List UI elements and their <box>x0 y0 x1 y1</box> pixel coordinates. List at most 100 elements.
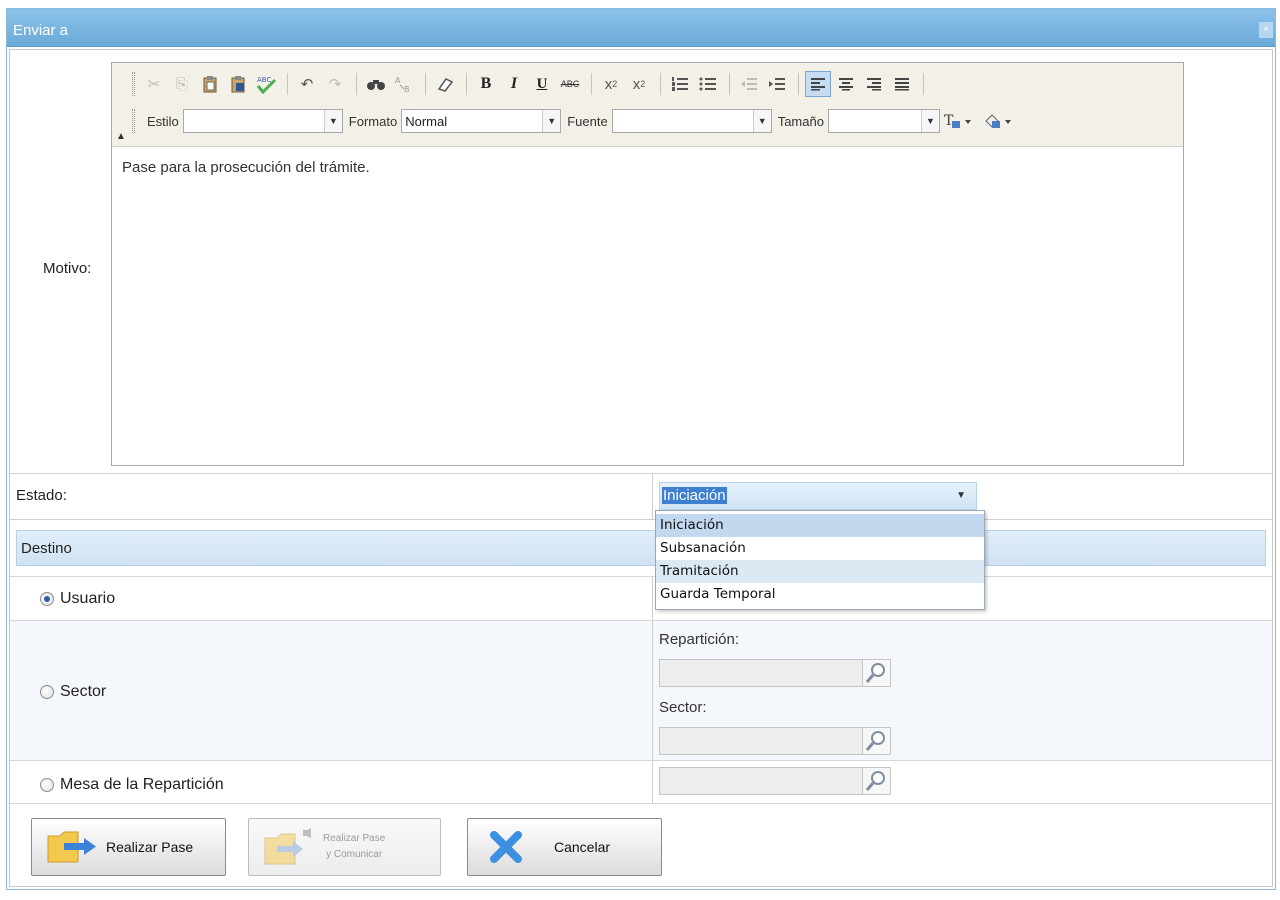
usuario-label: Usuario <box>60 590 116 607</box>
realizar-pase-button[interactable]: Realizar Pase <box>31 818 226 876</box>
svg-text:B: B <box>404 85 410 93</box>
rich-text-editor: ✂ ⎘ ABC ↶ ↷ A B B I U ABC x 2 x 2 Estilo… <box>111 62 1184 466</box>
strikethrough-icon[interactable]: ABC <box>557 71 583 97</box>
dialog-title-bar[interactable]: Enviar a × <box>7 9 1275 47</box>
estado-select[interactable]: Iniciación ▼ <box>659 482 977 510</box>
subscript-icon[interactable]: x2 <box>598 71 624 97</box>
destino-section-header: Destino <box>10 520 1272 576</box>
usuario-radio-option[interactable]: Usuario <box>40 590 115 608</box>
superscript-icon[interactable]: x2 <box>626 71 652 97</box>
search-icon[interactable] <box>862 768 890 794</box>
estado-option-guarda-temporal[interactable]: Guarda Temporal <box>656 583 984 606</box>
fuente-label: Fuente <box>567 113 608 129</box>
subscript-mark: 2 <box>612 79 618 89</box>
align-center-icon[interactable] <box>833 71 859 97</box>
paste-icon[interactable] <box>197 71 223 97</box>
estilo-combo[interactable]: ▼ <box>182 109 343 133</box>
sector-radio[interactable] <box>40 685 54 699</box>
toolbar-grip <box>132 72 135 96</box>
estado-label: Estado: <box>16 487 67 504</box>
search-icon[interactable] <box>862 660 890 686</box>
realizar-pase-comunicar-line2: y Comunicar <box>326 849 383 860</box>
italic-icon[interactable]: I <box>501 71 527 97</box>
fuente-combo[interactable]: ▼ <box>611 109 772 133</box>
copy-icon[interactable]: ⎘ <box>169 71 195 97</box>
redo-icon[interactable]: ↷ <box>322 71 348 97</box>
realizar-pase-comunicar-button[interactable]: Realizar Pase y Comunicar <box>248 818 441 876</box>
realizar-pase-comunicar-line1: Realizar Pase <box>323 833 386 844</box>
sector-row: Sector Repartición: Sector: <box>10 620 1272 760</box>
superscript-glyph: x <box>632 75 641 93</box>
formato-combo[interactable]: Normal ▼ <box>401 109 562 133</box>
mesa-input[interactable] <box>659 767 891 795</box>
search-icon[interactable] <box>862 728 890 754</box>
usuario-radio[interactable] <box>40 592 54 606</box>
eraser-icon[interactable] <box>432 71 458 97</box>
usuario-row: Usuario <box>10 576 1272 620</box>
svg-text:ABC: ABC <box>257 76 271 84</box>
collapse-toolbar-icon[interactable]: ▲ <box>116 131 126 142</box>
chevron-down-icon[interactable]: ▼ <box>323 110 342 132</box>
toolbar-grip-2 <box>132 109 135 133</box>
mesa-radio[interactable] <box>40 778 54 792</box>
motivo-label: Motivo: <box>43 260 92 277</box>
ordered-list-icon[interactable] <box>667 71 693 97</box>
enviar-a-dialog: Enviar a × Motivo: ✂ ⎘ ABC ↶ ↷ A B B I U… <box>6 8 1276 890</box>
cancelar-label: Cancelar <box>554 839 611 855</box>
estado-row: Estado: Iniciación ▼ <box>10 474 1272 520</box>
editor-toolbar: ✂ ⎘ ABC ↶ ↷ A B B I U ABC x 2 x 2 Estilo… <box>112 63 1183 147</box>
estilo-label: Estilo <box>147 113 179 129</box>
outdent-icon[interactable] <box>736 71 762 97</box>
align-right-icon[interactable] <box>861 71 887 97</box>
motivo-row: Motivo: ✂ ⎘ ABC ↶ ↷ A B B I U ABC x 2 x … <box>10 50 1272 474</box>
align-left-icon[interactable] <box>805 71 831 97</box>
underline-icon[interactable]: U <box>529 71 555 97</box>
tamano-combo[interactable]: ▼ <box>827 109 940 133</box>
text-color-icon[interactable]: T <box>940 108 978 134</box>
superscript-mark: 2 <box>640 79 646 89</box>
cancelar-button[interactable]: Cancelar <box>467 818 662 876</box>
svg-text:A: A <box>395 76 401 85</box>
find-icon[interactable] <box>363 71 389 97</box>
estado-option-tramitacion[interactable]: Tramitación <box>656 560 984 583</box>
estado-option-subsanacion[interactable]: Subsanación <box>656 537 984 560</box>
folder-arrow-icon <box>47 831 96 863</box>
mesa-row: Mesa de la Repartición <box>10 760 1272 804</box>
sector-radio-option[interactable]: Sector <box>40 683 106 701</box>
motivo-text-area[interactable]: Pase para la prosecución del trámite. <box>112 147 1183 465</box>
realizar-pase-label: Realizar Pase <box>106 839 194 855</box>
sector-field-label: Sector: <box>659 699 707 716</box>
dialog-body: Motivo: ✂ ⎘ ABC ↶ ↷ A B B I U ABC x 2 x … <box>9 49 1273 887</box>
close-icon[interactable]: × <box>1259 22 1273 38</box>
cut-icon[interactable]: ✂ <box>141 71 167 97</box>
indent-icon[interactable] <box>764 71 790 97</box>
realizar-pase-comunicar-label: Realizar Pase y Comunicar <box>323 831 385 863</box>
estado-option-iniciacion[interactable]: Iniciación <box>656 514 984 537</box>
justify-icon[interactable] <box>889 71 915 97</box>
formato-value: Normal <box>405 113 448 129</box>
background-color-icon[interactable] <box>980 108 1018 134</box>
mesa-label: Mesa de la Repartición <box>60 776 224 793</box>
unordered-list-icon[interactable] <box>695 71 721 97</box>
mesa-radio-option[interactable]: Mesa de la Repartición <box>40 776 224 794</box>
close-x-icon <box>490 831 522 863</box>
spellcheck-icon[interactable]: ABC <box>253 71 279 97</box>
paste-word-icon[interactable] <box>225 71 251 97</box>
replace-icon[interactable]: AB <box>391 71 417 97</box>
chevron-down-icon[interactable]: ▼ <box>752 110 771 132</box>
sector-label: Sector <box>60 683 107 700</box>
chevron-down-icon[interactable]: ▼ <box>956 490 966 501</box>
sector-input[interactable] <box>659 727 891 755</box>
estado-dropdown-list: Iniciación Subsanación Tramitación Guard… <box>655 510 985 610</box>
chevron-down-icon[interactable]: ▼ <box>542 110 561 132</box>
folder-speaker-icon <box>264 828 311 865</box>
subscript-glyph: x <box>604 75 613 93</box>
chevron-down-icon[interactable]: ▼ <box>920 110 939 132</box>
bold-icon[interactable]: B <box>473 71 499 97</box>
formato-label: Formato <box>348 113 398 129</box>
destino-title: Destino <box>21 540 72 557</box>
dialog-title: Enviar a <box>13 22 69 39</box>
reparticion-input[interactable] <box>659 659 891 687</box>
tamano-label: Tamaño <box>777 113 824 129</box>
undo-icon[interactable]: ↶ <box>294 71 320 97</box>
